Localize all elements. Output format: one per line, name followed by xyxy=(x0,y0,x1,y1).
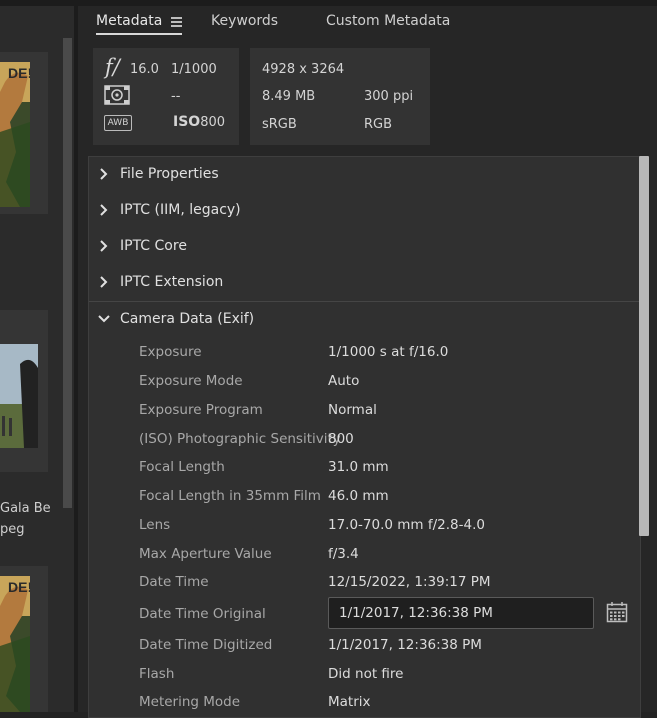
metadata-panel: Metadata Keywords Custom Metadata f/ 16.… xyxy=(78,0,657,718)
date-time-original-input[interactable]: 1/1/2017, 12:36:38 PM xyxy=(328,597,594,629)
section-label: File Properties xyxy=(120,166,219,182)
field-value-metering-mode[interactable]: Matrix xyxy=(328,694,371,710)
metering-mode-icon xyxy=(104,85,130,105)
thumbnail-panel: DE! Gala Be peg DE! xyxy=(0,0,74,712)
field-value-flash[interactable]: Did not fire xyxy=(328,666,403,682)
field-value-exposure-mode[interactable]: Auto xyxy=(328,373,359,389)
resolution: 300 ppi xyxy=(364,89,414,104)
field-label-focal-length: Focal Length xyxy=(139,459,225,475)
chevron-right-icon xyxy=(100,204,108,216)
image-dimensions: 4928 x 3264 xyxy=(262,62,345,77)
file-info-box: 4928 x 3264 8.49 MB 300 ppi sRGB RGB xyxy=(250,48,430,145)
field-value-date-time[interactable]: 12/15/2022, 1:39:17 PM xyxy=(328,574,491,590)
field-value-iso-sensitivity[interactable]: 800 xyxy=(328,431,354,447)
camera-info-box: f/ 16.0 1/1000 -- AWB ISO800 xyxy=(93,48,239,145)
iso-label: ISO xyxy=(173,114,201,130)
section-file-properties[interactable]: File Properties xyxy=(89,157,640,194)
field-label-date-time-original: Date Time Original xyxy=(139,606,266,622)
field-label-metering-mode: Metering Mode xyxy=(139,694,241,710)
color-mode: RGB xyxy=(364,117,393,132)
color-profile: sRGB xyxy=(262,117,297,132)
field-label-exposure-mode: Exposure Mode xyxy=(139,373,243,389)
tab-keywords[interactable]: Keywords xyxy=(211,13,278,29)
field-label-date-time: Date Time xyxy=(139,574,209,590)
svg-text:DE!: DE! xyxy=(8,579,30,595)
svg-text:DE!: DE! xyxy=(8,65,30,81)
chevron-right-icon xyxy=(100,168,108,180)
aperture-value: 16.0 xyxy=(130,62,159,77)
field-value-focal-length-35mm[interactable]: 46.0 mm xyxy=(328,488,389,504)
field-value-exposure[interactable]: 1/1000 s at f/16.0 xyxy=(328,344,448,360)
tab-metadata[interactable]: Metadata xyxy=(96,13,162,29)
field-label-flash: Flash xyxy=(139,666,175,682)
section-label: IPTC Core xyxy=(120,238,187,254)
section-label: IPTC (IIM, legacy) xyxy=(120,202,241,218)
iso-indicator: ISO800 xyxy=(173,114,225,130)
field-value-lens[interactable]: 17.0-70.0 mm f/2.8-4.0 xyxy=(328,517,485,533)
hamburger-menu-icon[interactable] xyxy=(171,17,182,27)
section-label: IPTC Extension xyxy=(120,274,224,290)
tab-custom-metadata[interactable]: Custom Metadata xyxy=(326,13,450,29)
thumbnail-scrollbar[interactable] xyxy=(63,38,72,508)
field-label-date-time-digitized: Date Time Digitized xyxy=(139,637,273,653)
field-value-date-time-digitized[interactable]: 1/1/2017, 12:36:38 PM xyxy=(328,637,482,653)
chevron-right-icon xyxy=(100,276,108,288)
field-label-max-aperture: Max Aperture Value xyxy=(139,546,272,562)
chevron-down-icon xyxy=(98,315,110,323)
thumbnail-image: DE! xyxy=(0,62,30,207)
field-label-iso-sensitivity: (ISO) Photographic Sensitivity xyxy=(139,431,341,447)
calendar-icon[interactable] xyxy=(606,601,628,623)
field-label-exposure-program: Exposure Program xyxy=(139,402,263,418)
thumbnail-image: DE! xyxy=(0,576,30,712)
section-camera-data-exif[interactable]: Camera Data (Exif) xyxy=(89,302,640,338)
thumbnail-card[interactable]: DE! xyxy=(0,52,48,214)
panel-top-strip xyxy=(78,0,657,6)
section-iptc-extension[interactable]: IPTC Extension xyxy=(89,265,640,302)
aperture-icon: f/ xyxy=(105,55,120,79)
field-value-focal-length[interactable]: 31.0 mm xyxy=(328,459,389,475)
metadata-scrollbar[interactable] xyxy=(639,156,649,536)
chevron-right-icon xyxy=(100,240,108,252)
section-label: Camera Data (Exif) xyxy=(120,311,255,327)
white-balance-icon: AWB xyxy=(104,115,132,131)
thumbnail-caption: Gala Be xyxy=(0,501,51,516)
field-value-exposure-program[interactable]: Normal xyxy=(328,402,377,418)
section-iptc-core[interactable]: IPTC Core xyxy=(89,229,640,266)
date-time-original-value: 1/1/2017, 12:36:38 PM xyxy=(339,605,493,621)
thumbnail-caption: peg xyxy=(0,522,25,537)
tab-active-indicator xyxy=(96,33,182,35)
file-size: 8.49 MB xyxy=(262,89,316,104)
field-label-focal-length-35mm: Focal Length in 35mm Film xyxy=(139,488,321,504)
field-label-exposure: Exposure xyxy=(139,344,202,360)
thumbnail-card[interactable] xyxy=(0,310,48,472)
thumbnail-image xyxy=(0,344,38,448)
metering-value: -- xyxy=(171,89,181,104)
section-iptc-iim[interactable]: IPTC (IIM, legacy) xyxy=(89,193,640,230)
shutter-speed-value: 1/1000 xyxy=(171,62,217,77)
field-value-max-aperture[interactable]: f/3.4 xyxy=(328,546,359,562)
thumbnail-card[interactable]: DE! xyxy=(0,566,48,712)
panel-top-strip xyxy=(0,0,74,6)
iso-value: 800 xyxy=(200,115,226,130)
field-label-lens: Lens xyxy=(139,517,171,533)
